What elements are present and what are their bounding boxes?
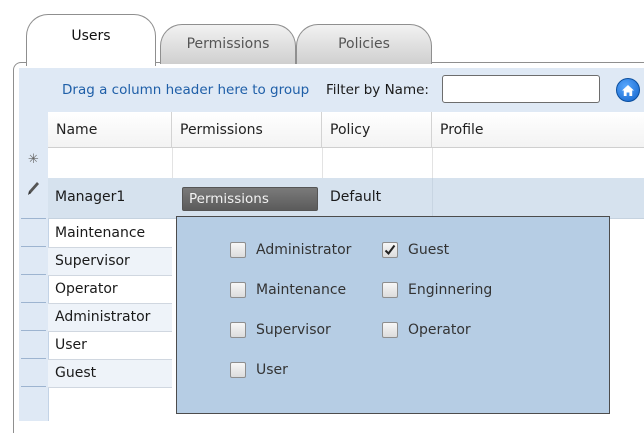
column-header-permissions[interactable]: Permissions bbox=[172, 112, 322, 148]
new-row-marker: ✳ bbox=[28, 152, 39, 167]
checkbox-guest[interactable]: Guest bbox=[382, 242, 449, 258]
checkmark-icon[interactable] bbox=[382, 242, 398, 258]
pencil-icon bbox=[19, 180, 48, 200]
tab-permissions[interactable]: Permissions bbox=[160, 24, 296, 64]
option-label: Operator bbox=[408, 322, 471, 338]
tab-label: Permissions bbox=[186, 36, 270, 52]
table-row[interactable]: Administrator bbox=[48, 304, 172, 332]
table-row[interactable]: User bbox=[48, 332, 172, 360]
checkbox-box[interactable] bbox=[230, 282, 246, 298]
tab-label: Policies bbox=[338, 36, 390, 52]
cell-policy[interactable]: Default bbox=[330, 189, 381, 205]
row-header-column: ✳ bbox=[19, 68, 49, 421]
tab-label: Users bbox=[71, 28, 111, 44]
column-header-profile[interactable]: Profile bbox=[432, 112, 644, 148]
checkbox-maintenance[interactable]: Maintenance bbox=[230, 282, 346, 298]
table-row[interactable]: Maintenance bbox=[48, 220, 172, 248]
checkbox-user[interactable]: User bbox=[230, 362, 288, 378]
table-row[interactable]: Supervisor bbox=[48, 248, 172, 276]
option-label: Supervisor bbox=[256, 322, 331, 338]
option-label: Maintenance bbox=[256, 282, 347, 298]
option-label: Administrator bbox=[256, 242, 352, 258]
tab-policies[interactable]: Policies bbox=[296, 24, 432, 64]
cell-name[interactable]: Manager1 bbox=[55, 189, 125, 205]
option-label: User bbox=[256, 362, 288, 378]
checkbox-box[interactable] bbox=[230, 322, 246, 338]
tab-users[interactable]: Users bbox=[26, 14, 156, 66]
filter-by-name-input[interactable] bbox=[442, 75, 600, 103]
checkbox-box[interactable] bbox=[230, 242, 246, 258]
filter-label: Filter by Name: bbox=[326, 82, 429, 98]
new-row[interactable] bbox=[48, 148, 644, 179]
checkbox-operator[interactable]: Operator bbox=[382, 322, 471, 338]
table-row[interactable]: Operator bbox=[48, 276, 172, 304]
table-row[interactable]: Guest bbox=[48, 360, 172, 388]
permissions-popup: Administrator Guest Maintenance Enginner… bbox=[176, 216, 610, 414]
option-label: Guest bbox=[408, 242, 450, 258]
checkbox-administrator[interactable]: Administrator bbox=[230, 242, 351, 258]
group-panel: Drag a column header here to group Filte… bbox=[48, 68, 644, 113]
checkbox-supervisor[interactable]: Supervisor bbox=[230, 322, 331, 338]
option-label: Enginnering bbox=[408, 282, 493, 298]
checkbox-enginnering[interactable]: Enginnering bbox=[382, 282, 492, 298]
checkbox-box[interactable] bbox=[382, 322, 398, 338]
checkbox-box[interactable] bbox=[382, 282, 398, 298]
group-hint[interactable]: Drag a column header here to group bbox=[62, 82, 309, 98]
tab-strip: Users Permissions Policies bbox=[0, 0, 644, 66]
table-row-edit[interactable]: Manager1 Permissions Default bbox=[48, 178, 644, 219]
column-header-policy[interactable]: Policy bbox=[322, 112, 432, 148]
permissions-dropdown[interactable]: Permissions bbox=[182, 187, 318, 211]
checkbox-box[interactable] bbox=[230, 362, 246, 378]
column-header-name[interactable]: Name bbox=[48, 112, 172, 148]
home-icon[interactable] bbox=[616, 78, 640, 102]
